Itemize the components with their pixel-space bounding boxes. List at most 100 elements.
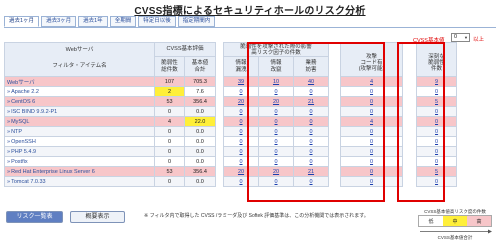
deep-vuln-link[interactable]: 0 [416,106,458,117]
tab-divider [4,27,496,28]
service-dos-link[interactable]: 0 [293,156,330,167]
row-name[interactable]: »Postfix [4,156,155,167]
row-name[interactable]: »Red Hat Enterprise Linux Server 6 [4,166,155,177]
info-tamper-link[interactable]: 0 [258,156,295,167]
tab-all-period[interactable]: 全期間 [109,16,137,27]
tab-past-3-months[interactable]: 過去3ヶ月 [41,16,77,27]
cvss-base-select[interactable]: 0 ▼ [451,33,470,42]
risk-list-button[interactable]: リスク一覧表 [6,211,63,223]
chevron-right-icon: » [7,178,11,185]
deep-vuln-link[interactable]: 0 [416,136,458,147]
legend-caption-2: CVSS基本値合計 [437,235,473,240]
service-dos-link[interactable]: 0 [293,126,330,137]
info-tamper-link[interactable]: 0 [258,86,295,97]
row-name[interactable]: »ISC BIND 9.9.2-P1 [4,106,155,117]
tab-past-1-year[interactable]: 過去1年 [78,16,108,27]
score-total-cell: 7.6 [183,86,217,97]
attack-code-link[interactable]: 0 [340,126,404,137]
attack-code-link[interactable]: 4 [340,116,404,127]
info-leak-link[interactable]: 20 [223,96,260,107]
info-leak-link[interactable]: 0 [223,86,260,97]
info-tamper-link[interactable]: 0 [258,136,295,147]
vuln-count-cell: 53 [154,96,185,107]
chevron-right-icon: » [7,158,11,165]
score-total-cell: 0.0 [183,156,217,167]
row-name[interactable]: »NTP [4,126,155,137]
deep-vuln-link[interactable]: 0 [416,146,458,157]
row-name[interactable]: »Tomcat 7.0.33 [4,176,155,187]
info-leak-link[interactable]: 0 [223,146,260,157]
table-row[interactable]: »NTP 0 0.0 0 0 0 0 0 [4,126,496,137]
row-name[interactable]: »Apache 2.2 [4,86,155,97]
attack-code-link[interactable]: 0 [340,106,404,117]
service-dos-link[interactable]: 0 [293,86,330,97]
info-tamper-link[interactable]: 0 [258,116,295,127]
vuln-count-cell: 0 [154,136,185,147]
attack-code-link[interactable]: 0 [340,166,404,177]
info-leak-link[interactable]: 0 [223,136,260,147]
info-tamper-link[interactable]: 20 [258,96,295,107]
attack-code-link[interactable]: 0 [340,136,404,147]
chevron-right-icon: » [7,118,11,125]
table-row[interactable]: »Apache 2.2 2 7.6 0 0 0 0 0 [4,86,496,97]
attack-code-link[interactable]: 0 [340,146,404,157]
info-leak-link[interactable]: 39 [223,76,260,87]
tab-since-date[interactable]: 特定日以後 [138,16,176,27]
deep-vuln-link[interactable]: 5 [416,96,458,107]
info-leak-link[interactable]: 0 [223,126,260,137]
service-dos-link[interactable]: 21 [293,96,330,107]
tab-past-1-month[interactable]: 過去1ヶ月 [4,16,40,27]
attack-code-link[interactable]: 4 [340,76,404,87]
deep-vuln-link[interactable]: 0 [416,86,458,97]
service-dos-link[interactable]: 0 [293,116,330,127]
info-leak-link[interactable]: 0 [223,156,260,167]
service-dos-link[interactable]: 0 [293,136,330,147]
service-dos-link[interactable]: 40 [293,76,330,87]
row-name-label: Postfix [11,158,28,165]
table-row[interactable]: »Postfix 0 0.0 0 0 0 0 0 [4,156,496,167]
info-leak-link[interactable]: 0 [223,116,260,127]
table-row[interactable]: Webサーバ 107 705.3 39 10 40 4 9 [4,76,496,87]
header-score-total: 基本値 合計 [183,56,217,77]
info-tamper-link[interactable]: 0 [258,176,295,187]
overview-button[interactable]: 概要表示 [70,211,125,223]
attack-code-link[interactable]: 0 [340,96,404,107]
row-name[interactable]: Webサーバ [4,76,155,87]
table-row[interactable]: »Tomcat 7.0.33 0 0.0 0 0 0 0 0 [4,176,496,187]
info-leak-link[interactable]: 20 [223,166,260,177]
deep-vuln-link[interactable]: 5 [416,166,458,177]
score-total-cell: 0.0 [183,106,217,117]
deep-vuln-link[interactable]: 9 [416,76,458,87]
score-total-cell: 356.4 [183,166,217,177]
table-row[interactable]: »MySQL 4 22.0 0 0 0 4 0 [4,116,496,127]
deep-vuln-link[interactable]: 0 [416,116,458,127]
info-tamper-link[interactable]: 10 [258,76,295,87]
tab-date-range[interactable]: 指定期間内 [177,16,216,27]
attack-code-link[interactable]: 0 [340,86,404,97]
vuln-count-cell: 107 [154,76,185,87]
service-dos-link[interactable]: 21 [293,166,330,177]
info-tamper-link[interactable]: 0 [258,106,295,117]
info-tamper-link[interactable]: 0 [258,146,295,157]
deep-vuln-link[interactable]: 0 [416,176,458,187]
service-dos-link[interactable]: 0 [293,106,330,117]
service-dos-link[interactable]: 0 [293,146,330,157]
info-tamper-link[interactable]: 0 [258,126,295,137]
service-dos-link[interactable]: 0 [293,176,330,187]
row-name[interactable]: »OpenSSH [4,136,155,147]
table-row[interactable]: »PHP 5.4.9 0 0.0 0 0 0 0 0 [4,146,496,157]
row-name[interactable]: »CentOS 6 [4,96,155,107]
table-row[interactable]: »ISC BIND 9.9.2-P1 0 0.0 0 0 0 0 0 [4,106,496,117]
attack-code-link[interactable]: 0 [340,176,404,187]
row-name[interactable]: »MySQL [4,116,155,127]
deep-vuln-link[interactable]: 0 [416,126,458,137]
deep-vuln-link[interactable]: 0 [416,156,458,167]
table-row[interactable]: »OpenSSH 0 0.0 0 0 0 0 0 [4,136,496,147]
info-tamper-link[interactable]: 20 [258,166,295,177]
attack-code-link[interactable]: 0 [340,156,404,167]
table-row[interactable]: »CentOS 6 53 356.4 20 20 21 0 5 [4,96,496,107]
info-leak-link[interactable]: 0 [223,176,260,187]
info-leak-link[interactable]: 0 [223,106,260,117]
table-row[interactable]: »Red Hat Enterprise Linux Server 6 53 356.… [4,166,496,177]
row-name[interactable]: »PHP 5.4.9 [4,146,155,157]
